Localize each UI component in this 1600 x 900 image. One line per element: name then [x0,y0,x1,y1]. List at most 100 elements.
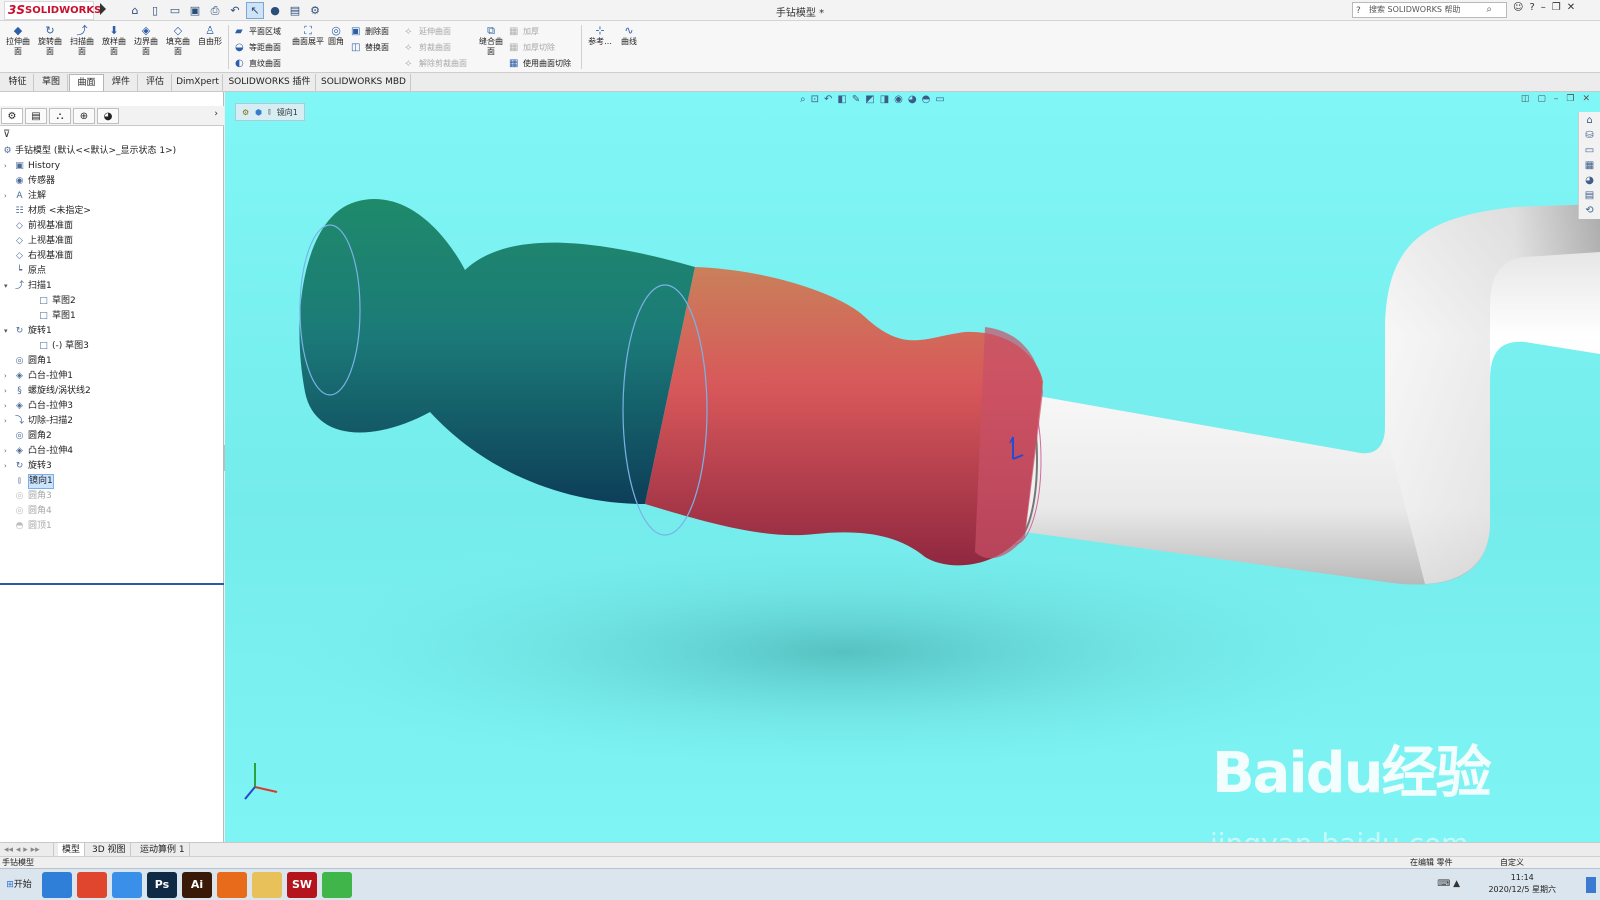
tree-item[interactable]: □ 草图1 [0,309,224,324]
chevron-right-icon[interactable]: › [4,414,7,429]
design-library-icon[interactable]: ⛁ [1585,130,1593,141]
restore-icon[interactable]: ❐ [1552,2,1561,13]
network-icon[interactable]: ▲ [1453,879,1460,889]
graphics-area[interactable]: ⌕ ⊡ ↶ ◧ ✎ ◩ ◨ ◉ ◕ ◓ ▭ ◫ ▢ – ❐ ✕ ⚙ ⬢ ⫾ 镜向… [225,92,1600,842]
loft-surface-button[interactable]: ⬇ 放样曲面 [99,25,129,57]
search-input[interactable]: ? 搜索 SOLIDWORKS 帮助 ⌕ [1352,2,1507,18]
viewport-restore-icon[interactable]: ❐ [1566,94,1574,104]
keyboard-icon[interactable]: ⌨ [1437,879,1450,889]
thicken-cut-button[interactable]: ▦ 加厚切除 [509,40,555,55]
system-clock[interactable]: 11:14 2020/12/5 星期六 [1488,872,1556,896]
breadcrumb-feature[interactable]: 镜向1 [277,107,298,118]
rebuild-icon[interactable]: ● [266,2,284,19]
chevron-down-icon[interactable]: ▾ [4,279,8,294]
view-settings-icon[interactable]: ▭ [935,94,944,105]
tab-addins[interactable]: SOLIDWORKS 插件 [224,74,316,91]
offset-surface-button[interactable]: ◒ 等距曲面 [235,40,281,55]
search-icon[interactable]: ⌕ [1486,3,1492,17]
save-icon[interactable]: ▣ [186,2,204,19]
freeform-button[interactable]: ♙ 自由形 [195,25,225,47]
extend-surface-button[interactable]: ⟡ 延伸曲面 [405,24,451,39]
tab-weldments[interactable]: 焊件 [105,74,138,91]
filter-icon[interactable]: ⊽ [3,129,10,140]
tab-motion-study[interactable]: 运动算例 1 [136,843,190,857]
chevron-right-icon[interactable]: › [4,159,7,174]
tree-item[interactable]: ◎ 圆角1 [0,354,224,369]
zoom-area-icon[interactable]: ⊡ [811,94,819,105]
tree-item[interactable]: › ◈ 凸台-拉伸4 [0,444,224,459]
select-icon[interactable]: ↖ [246,2,264,19]
dimxpert-tab-icon[interactable]: ⊕ [73,108,95,124]
property-manager-tab-icon[interactable]: ▤ [25,108,47,124]
view-orientation-icon[interactable]: ◩ [865,94,874,105]
tab-model[interactable]: 模型 [58,843,86,857]
tree-item[interactable]: ◇ 上视基准面 [0,234,224,249]
tree-root[interactable]: ⚙ 手钻模型 (默认<<默认>_显示状态 1>) [0,144,224,159]
apply-scene-icon[interactable]: ◓ [922,94,931,105]
tab-scroll-arrows[interactable]: ◂◂ ◂ ▸ ▸▸ [0,843,54,857]
tab-evaluate[interactable]: 评估 [139,74,172,91]
tree-item[interactable]: ⫾ 镜向1 [0,474,224,489]
display-tab-icon[interactable]: ◕ [97,108,119,124]
browser-icon[interactable] [42,872,72,898]
tab-mbd[interactable]: SOLIDWORKS MBD [317,74,411,91]
hide-show-icon[interactable]: ◉ [894,94,903,105]
chevron-right-icon[interactable]: › [4,384,7,399]
viewport-close-icon[interactable]: ✕ [1582,94,1590,104]
chevron-down-icon[interactable]: ▾ [4,324,8,339]
trim-surface-button[interactable]: ⟡ 剪裁曲面 [405,40,451,55]
new-icon[interactable]: ▯ [146,2,164,19]
chevron-right-icon[interactable]: › [4,444,7,459]
replace-face-button[interactable]: ◫ 替换面 [351,40,389,55]
extrude-surface-button[interactable]: ◆ 拉伸曲面 [3,25,33,57]
print-icon[interactable]: ⎙ [206,2,224,19]
tree-item[interactable]: ◎ 圆角2 [0,429,224,444]
home-icon[interactable]: ⌂ [126,2,144,19]
configuration-tab-icon[interactable]: ⛬ [49,108,71,124]
chrome-icon[interactable] [77,872,107,898]
sweep-surface-button[interactable]: ⤴ 扫描曲面 [67,25,97,57]
file-explorer-pane-icon[interactable]: ▭ [1585,145,1594,156]
baidu-netdisk-icon[interactable] [112,872,142,898]
tab-features[interactable]: 特征 [2,74,34,91]
untrim-surface-button[interactable]: ⟡ 解除剪裁曲面 [405,56,467,71]
solidworks-forum-icon[interactable]: ⟲ [1585,205,1593,216]
rollback-bar[interactable] [0,583,224,585]
wechat-icon[interactable] [322,872,352,898]
previous-view-icon[interactable]: ↶ [824,94,832,105]
boundary-surface-button[interactable]: ◈ 边界曲面 [131,25,161,57]
undo-icon[interactable]: ↶ [226,2,244,19]
zoom-fit-icon[interactable]: ⌕ [800,94,806,105]
body-breadcrumb-icon[interactable]: ⬢ [255,108,262,117]
tree-item[interactable]: ◉ 传感器 [0,174,224,189]
tree-item[interactable]: ◇ 右视基准面 [0,249,224,264]
tab-surfaces[interactable]: 曲面 [69,74,104,91]
chevron-right-icon[interactable]: › [214,109,218,119]
tree-item[interactable]: ◓ 圆顶1 [0,519,224,534]
minimize-icon[interactable]: – [1541,2,1546,13]
tree-item[interactable]: ◎ 圆角4 [0,504,224,519]
file-props-icon[interactable]: ▤ [286,2,304,19]
delete-face-button[interactable]: ▣ 删除面 [351,24,389,39]
tree-item[interactable]: ▾ ↻ 旋转1 [0,324,224,339]
dynamic-annotation-icon[interactable]: ✎ [852,94,860,105]
show-desktop-button[interactable] [1586,877,1596,893]
close-icon[interactable]: ✕ [1567,2,1575,13]
start-button[interactable]: ⊞开始 [2,873,36,897]
planar-surface-button[interactable]: ▰ 平面区域 [235,24,281,39]
tree-item[interactable]: ☷ 材质 <未指定> [0,204,224,219]
tree-item[interactable]: › A 注解 [0,189,224,204]
curves-button[interactable]: ∿ 曲线 [616,25,642,47]
firefox-icon[interactable] [217,872,247,898]
tree-item[interactable]: □ (-) 草图3 [0,339,224,354]
options-icon[interactable]: ⚙ [306,2,324,19]
part-breadcrumb-icon[interactable]: ⚙ [242,108,249,117]
display-style-icon[interactable]: ◨ [880,94,889,105]
solidworks-icon[interactable]: SW [287,872,317,898]
thicken-button[interactable]: ▦ 加厚 [509,24,539,39]
ruled-surface-button[interactable]: ◐ 直纹曲面 [235,56,281,71]
edit-appearance-icon[interactable]: ◕ [908,94,917,105]
chevron-right-icon[interactable]: › [4,399,7,414]
tree-item[interactable]: › ⤵ 切除-扫描2 [0,414,224,429]
menu-expand-icon[interactable] [100,3,106,15]
